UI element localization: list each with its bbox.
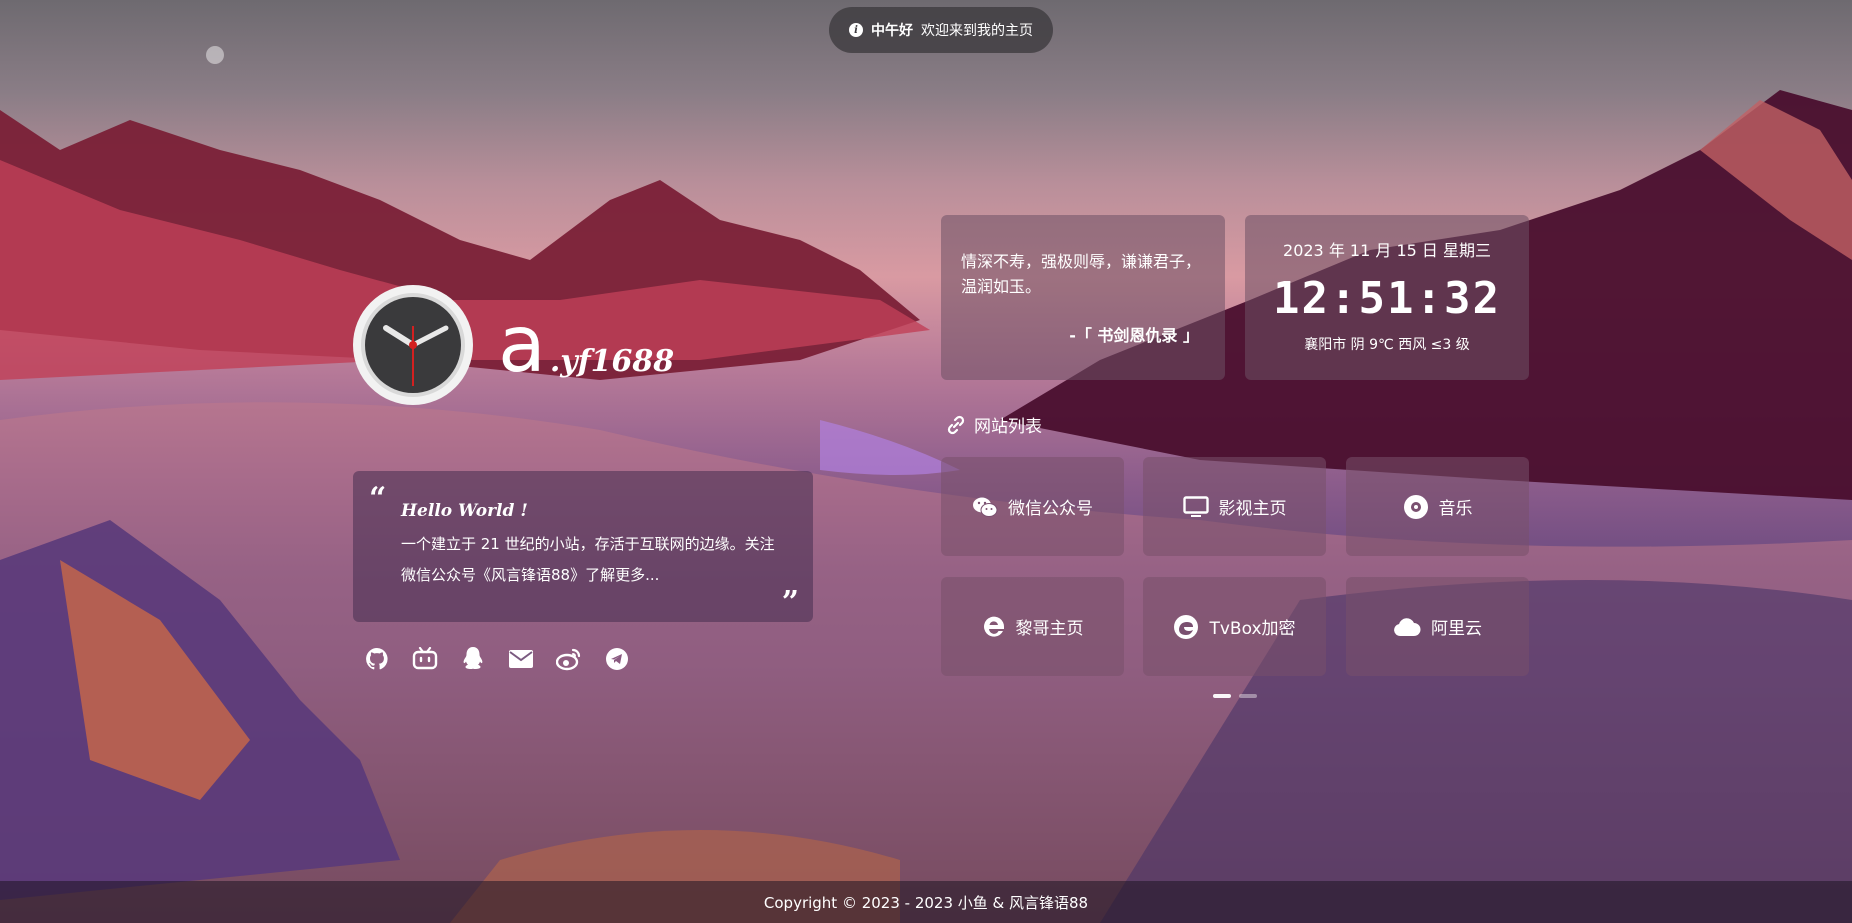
weibo-icon[interactable] — [556, 646, 582, 672]
site-list-title: 网站列表 — [974, 417, 1042, 437]
site-tile-label: 微信公众号 — [1008, 499, 1093, 519]
wechat-icon — [973, 497, 998, 517]
edge-icon — [1174, 614, 1199, 639]
intro-card: “ Hello World ! 一个建立于 21 世纪的小站，存活于互联网的边缘… — [353, 471, 813, 622]
site-tile-label: 阿里云 — [1431, 619, 1482, 639]
link-icon — [947, 415, 965, 434]
clock-logo-icon — [353, 285, 473, 405]
quote-source: -「 书剑恩仇录 」 — [1069, 326, 1199, 345]
site-tile-label: TvBox加密 — [1209, 619, 1296, 639]
site-logo[interactable]: a .yf1688 — [352, 284, 674, 406]
copyright-text: Copyright © 2023 - 2023 小鱼 & 风言锋语88 — [763, 893, 1089, 912]
monitor-icon — [1182, 495, 1209, 517]
digital-clock: 12:51:32 — [1273, 273, 1501, 324]
pagination-dots — [1213, 694, 1257, 698]
decorative-orb — [206, 46, 224, 64]
intro-hello: Hello World ! — [401, 501, 528, 521]
site-tile-wechat[interactable]: 微信公众号 — [941, 457, 1124, 556]
edge-icon — [983, 616, 1004, 637]
toast-message: 欢迎来到我的主页 — [921, 23, 1033, 39]
greeting-toast: i 中午好 欢迎来到我的主页 — [829, 7, 1053, 53]
date-text: 2023 年 11 月 15 日 星期三 — [1283, 241, 1491, 260]
site-tile-label: 影视主页 — [1218, 499, 1287, 519]
datetime-card: 2023 年 11 月 15 日 星期三 12:51:32 襄阳市 阴 9℃ 西… — [1245, 215, 1529, 380]
close-quote-icon: ” — [781, 585, 799, 620]
brand-main: a — [498, 300, 546, 390]
intro-description: 一个建立于 21 世纪的小站，存活于互联网的边缘。关注微信公众号《风言锋语88》… — [401, 535, 775, 584]
social-links — [364, 646, 630, 672]
cloud-icon — [1394, 617, 1421, 636]
mail-icon[interactable] — [508, 646, 534, 672]
music-disc-icon — [1403, 494, 1428, 519]
page-dot-2[interactable] — [1239, 694, 1257, 698]
site-tile-music[interactable]: 音乐 — [1346, 457, 1529, 556]
quote-text: 情深不寿，强极则辱，谦谦君子，温润如玉。 — [961, 252, 1202, 296]
site-tile-video[interactable]: 影视主页 — [1143, 457, 1326, 556]
landscape-background — [0, 90, 1852, 923]
open-quote-icon: “ — [369, 481, 387, 516]
site-tile-label: 音乐 — [1438, 499, 1473, 519]
site-tile-aliyun[interactable]: 阿里云 — [1346, 577, 1529, 676]
github-icon[interactable] — [364, 646, 390, 672]
bilibili-icon[interactable] — [412, 646, 438, 672]
site-list-header: 网站列表 — [946, 412, 1042, 437]
site-tile-tvbox[interactable]: TvBox加密 — [1143, 577, 1326, 676]
site-tile-lige[interactable]: 黎哥主页 — [941, 577, 1124, 676]
toast-greeting: 中午好 — [871, 23, 913, 39]
brand-suffix: .yf1688 — [549, 344, 675, 379]
info-icon: i — [849, 23, 863, 37]
page-dot-1[interactable] — [1213, 694, 1231, 698]
qq-icon[interactable] — [460, 646, 486, 672]
quote-card[interactable]: 情深不寿，强极则辱，谦谦君子，温润如玉。 -「 书剑恩仇录 」 — [941, 215, 1225, 380]
weather-text: 襄阳市 阴 9℃ 西风 ≤3 级 — [1304, 337, 1470, 353]
site-tile-label: 黎哥主页 — [1015, 619, 1084, 639]
telegram-icon[interactable] — [604, 646, 630, 672]
footer: Copyright © 2023 - 2023 小鱼 & 风言锋语88 — [0, 881, 1852, 923]
